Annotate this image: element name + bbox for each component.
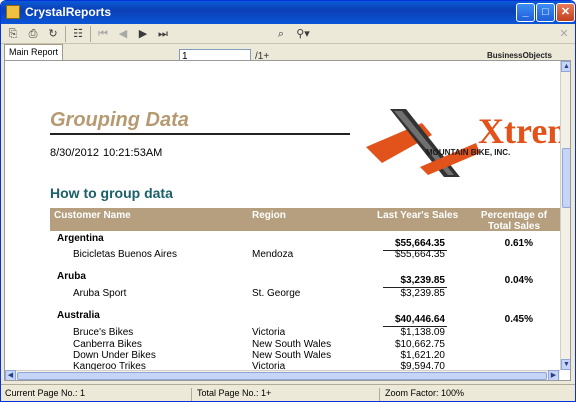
scroll-right-icon[interactable]: ▶ [548,370,559,380]
logo-tagline: MOUNTAIN BIKE, INC. [426,148,510,157]
region: Victoria [252,361,286,370]
horizontal-scroll-thumb[interactable] [17,372,547,380]
col-customer-name: Customer Name [54,210,131,221]
sales-value: $3,239.85 [400,288,446,299]
report-title: Grouping Data [50,109,189,131]
customer-name: Down Under Bikes [73,350,156,361]
group-name: Australia [57,310,100,321]
close-button[interactable]: ✕ [556,3,575,22]
report-viewer[interactable]: Grouping Data 8/30/2012 10:21:53AM Xtre m… [4,60,571,381]
column-header-band: Customer Name Region Last Year's Sales P… [50,208,560,232]
region: Mendoza [252,249,294,260]
xtreme-logo: Xtreme MOUNTAIN BIKE, INC. [366,109,560,177]
customer-name: Aruba Sport [73,288,127,299]
tab-main-report[interactable]: Main Report [4,44,64,60]
zoom-status: Zoom Factor: 100% [385,388,465,398]
minimize-button[interactable]: _ [516,3,535,22]
col-last-year-sales: Last Year's Sales [377,210,459,221]
vertical-scrollbar[interactable]: ▲ ▼ [560,61,570,370]
app-window: CrystalReports _ □ ✕ ⎘ ⎙ ↻ ☷ ⏮ ◀ ▶ ⏭ /1+… [0,0,576,402]
sales-value: $10,662.75 [394,339,445,350]
customer-name: Kangeroo Trikes [73,361,146,370]
app-icon [6,5,20,19]
tab-bar: Main Report [1,44,575,60]
window-title: CrystalReports [25,5,112,19]
group-percent: 0.45% [504,314,533,325]
report-subtitle: How to group data [50,185,173,201]
region: St. George [252,288,301,299]
region: New South Wales [252,350,332,361]
col-percentage: Percentage of Total Sales [480,210,548,232]
group-total: $3,239.85 [400,275,446,286]
group-total: $55,664.35 [394,238,445,249]
group-tree-icon[interactable]: ☷ [70,26,86,42]
current-page-status: Current Page No.: 1 [5,388,86,398]
export-icon[interactable]: ⎘ [5,26,21,42]
print-time: 10:21:53AM [103,147,163,159]
group-percent: 0.61% [504,238,533,249]
region: Victoria [252,327,286,338]
previous-page-icon[interactable]: ◀ [115,26,131,42]
maximize-button[interactable]: □ [536,3,555,22]
status-bar: Current Page No.: 1 Total Page No.: 1+ Z… [1,384,575,401]
col-region: Region [252,210,286,221]
total-page-status: Total Page No.: 1+ [197,388,272,398]
sales-value: $55,664.35 [394,249,445,260]
find-icon[interactable]: ⌕ [273,26,289,42]
toolbar: ⎘ ⎙ ↻ ☷ ⏮ ◀ ▶ ⏭ /1+ ⌕ ⚲▾ BusinessObjects… [1,24,575,64]
customer-name: Canberra Bikes [73,339,142,350]
group-percent: 0.04% [504,275,533,286]
first-page-icon[interactable]: ⏮ [95,26,111,42]
scroll-up-icon[interactable]: ▲ [561,61,570,72]
vertical-scroll-thumb[interactable] [562,148,570,208]
scroll-left-icon[interactable]: ◀ [5,370,16,380]
print-icon[interactable]: ⎙ [25,26,41,42]
group-total: $40,446.64 [394,314,445,325]
print-date: 8/30/2012 [50,147,99,159]
customer-name: Bruce's Bikes [73,327,134,338]
close-view-icon[interactable]: ✕ [556,26,572,42]
zoom-icon[interactable]: ⚲▾ [295,26,311,42]
next-page-icon[interactable]: ▶ [135,26,151,42]
report-page: Grouping Data 8/30/2012 10:21:53AM Xtre m… [5,61,560,370]
region: New South Wales [252,339,332,350]
last-page-icon[interactable]: ⏭ [155,26,171,42]
horizontal-scrollbar[interactable]: ◀ ▶ [5,370,560,380]
customer-name: Bicicletas Buenos Aires [73,249,177,260]
sales-value: $1,621.20 [400,350,446,361]
refresh-icon[interactable]: ↻ [45,26,61,42]
title-bar[interactable]: CrystalReports _ □ ✕ [1,1,575,24]
sales-value: $9,594.70 [400,361,446,370]
scroll-down-icon[interactable]: ▼ [561,359,570,370]
group-name: Aruba [57,271,86,282]
logo-wordmark: Xtreme [478,111,560,151]
title-rule [50,133,350,135]
group-name: Argentina [57,233,104,244]
sales-value: $1,138.09 [400,327,446,338]
